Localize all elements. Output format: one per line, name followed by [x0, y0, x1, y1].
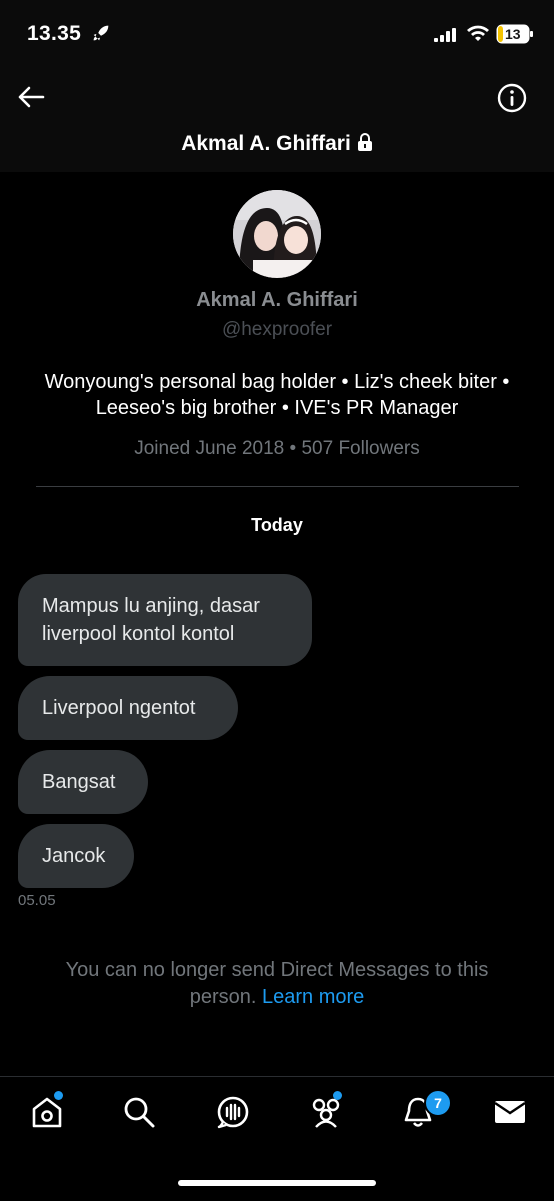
message-bubble[interactable]: Liverpool ngentot [18, 676, 238, 740]
avatar[interactable] [233, 190, 321, 278]
message-bubble[interactable]: Bangsat [18, 750, 148, 814]
profile-handle: @hexproofer [221, 319, 333, 340]
day-label: Today [251, 515, 303, 535]
info-icon[interactable] [496, 82, 528, 114]
signal-icon [434, 28, 456, 42]
mail-icon[interactable] [492, 1094, 528, 1130]
message-bubble[interactable]: Jancok [18, 824, 134, 888]
conversation-title-text: Akmal A. Ghiffari [181, 132, 351, 155]
divider [36, 486, 519, 487]
profile-meta: Joined June 2018 • 507 Followers [134, 438, 420, 459]
battery-level: 13 [505, 26, 521, 42]
spaces-icon[interactable] [215, 1094, 251, 1130]
home-unread-dot [54, 1091, 63, 1100]
wifi-icon [467, 25, 489, 41]
learn-more-link[interactable]: Learn more [262, 986, 364, 1008]
search-icon[interactable] [121, 1094, 157, 1130]
notification-badge: 7 [424, 1089, 452, 1117]
profile-name: Akmal A. Ghiffari [196, 289, 358, 311]
home-indicator[interactable] [178, 1180, 376, 1186]
message-bubble[interactable]: Mampus lu anjing, dasar liverpool kontol… [18, 574, 312, 666]
dm-disabled-notice: You can no longer send Direct Messages t… [30, 957, 524, 1011]
communities-unread-dot [333, 1091, 342, 1100]
rocket-icon [93, 25, 109, 41]
profile-bio: Wonyoung's personal bag holder • Liz's c… [44, 371, 510, 419]
status-time: 13.35 [27, 22, 82, 45]
conversation-title: Akmal A. Ghiffari [0, 132, 554, 156]
back-arrow-icon[interactable] [16, 84, 46, 110]
conversation-header [0, 66, 554, 172]
message-timestamp: 05.05 [18, 892, 56, 909]
lock-icon [357, 133, 372, 151]
